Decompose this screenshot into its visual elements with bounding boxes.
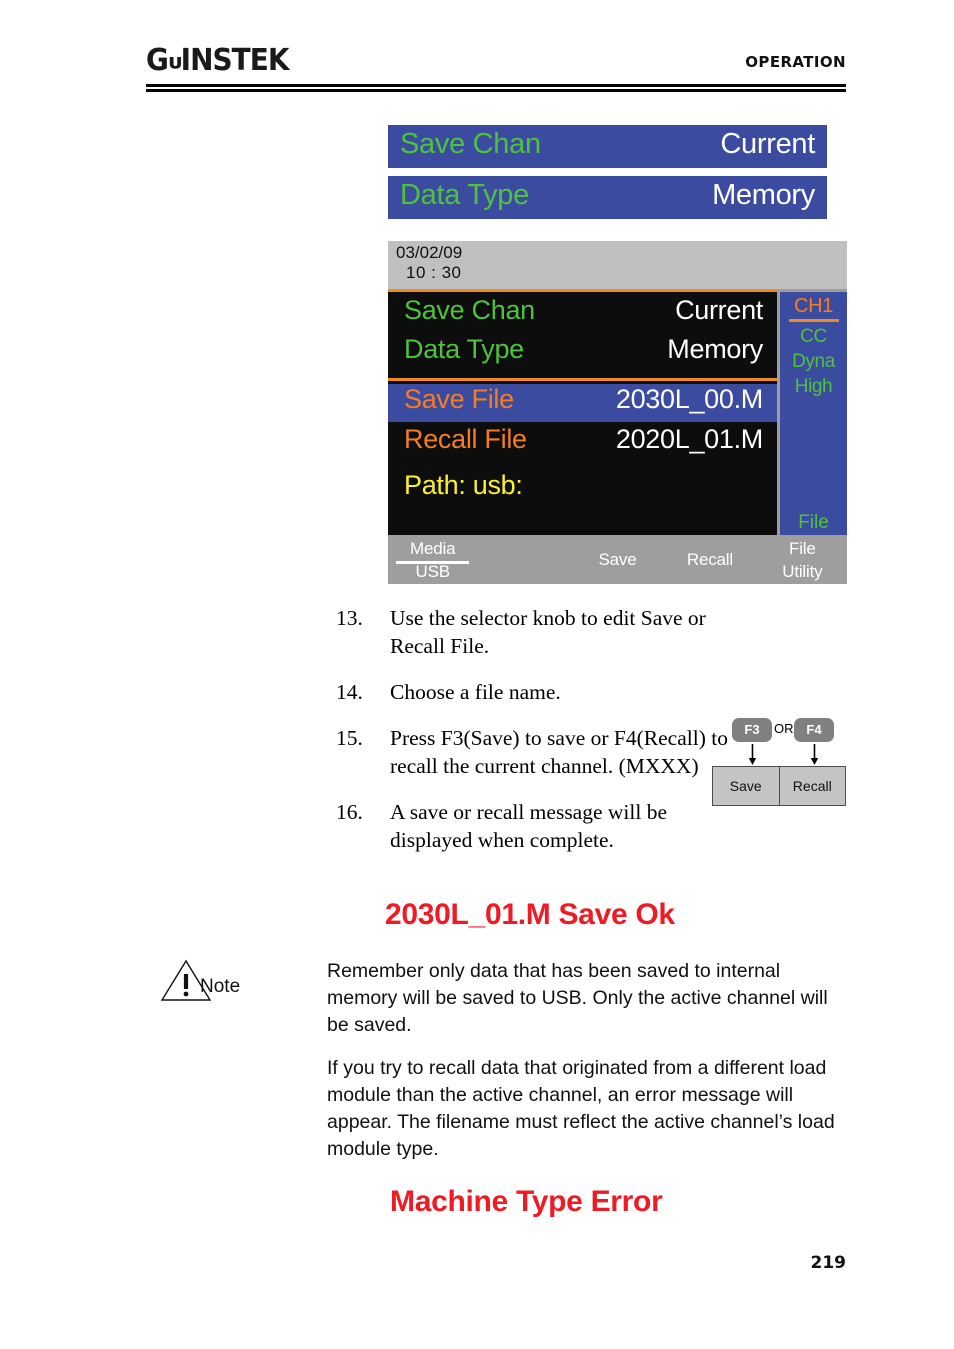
lcd-status-dyna: Dyna <box>792 351 835 372</box>
banner-value: Current <box>720 128 815 160</box>
lcd-row-value: Current <box>675 295 763 325</box>
f4-key-graphic: F4 <box>794 718 834 742</box>
function-key-diagram: F3 OR F4 Save Recall <box>712 718 846 808</box>
diagram-or-label: OR <box>774 721 794 736</box>
save-ok-message: 2030L_01.M Save Ok <box>385 898 675 931</box>
note-callout: Note <box>160 958 280 1006</box>
softkey-label: Recall <box>686 550 733 569</box>
lcd-row-save-chan[interactable]: Save Chan Current <box>388 295 777 335</box>
instrument-lcd-screen: 03/02/09 10 : 30 Save Chan Current Data … <box>388 241 848 584</box>
logo-u-glyph: ᴜ <box>167 50 182 74</box>
lcd-status-sidebar: CH1 CC Dyna High File <box>780 292 847 535</box>
lcd-row-label: Save File <box>404 384 514 414</box>
step-number: 15. <box>336 726 363 750</box>
softkey-empty[interactable] <box>480 538 570 584</box>
lcd-status-menu-name: File <box>798 512 829 533</box>
step-text: Press F3(Save) to save or F4(Recall) to … <box>390 726 728 778</box>
down-arrow-icon <box>748 744 757 765</box>
list-item: 14. Choose a file name. <box>336 678 736 706</box>
lcd-main-area: Save Chan Current Data Type Memory Save … <box>388 289 777 535</box>
lcd-section-settings: Save Chan Current Data Type Memory <box>388 292 777 381</box>
step-number: 14. <box>336 680 363 704</box>
lcd-status-range: High <box>794 376 833 397</box>
header-divider-rule <box>146 84 846 92</box>
banner-label: Save Chan <box>400 128 541 160</box>
banner-row-save-chan: Save Chan Current <box>388 125 827 168</box>
lcd-row-save-file-selected[interactable]: Save File 2030L_00.M <box>388 384 777 422</box>
step-number: 16. <box>336 800 363 824</box>
gw-instek-logo: GᴜINSTEK <box>146 43 290 79</box>
softkey-media-usb[interactable]: Media USB <box>388 538 478 584</box>
step-text: A save or recall message will be display… <box>390 800 668 852</box>
lcd-section-files: Save File 2030L_00.M Recall File 2020L_0… <box>388 381 777 535</box>
softkey-label-top: Media <box>410 539 456 558</box>
softkey-file-utility[interactable]: File Utility <box>757 538 848 584</box>
softkey-save[interactable]: Save <box>572 538 663 584</box>
softkey-label-bottom: USB <box>415 562 451 581</box>
machine-type-error-message: Machine Type Error <box>390 1185 663 1218</box>
note-label: Note <box>200 976 241 997</box>
softkey-result-boxes: Save Recall <box>712 766 846 806</box>
lcd-path-label: Path: usb: <box>404 470 523 500</box>
lcd-row-label: Data Type <box>404 334 524 364</box>
step-text: Use the selector knob to edit Save or Re… <box>390 606 706 658</box>
procedure-step-list: 13. Use the selector knob to edit Save o… <box>336 604 736 872</box>
lcd-row-value: 2020L_01.M <box>615 424 763 454</box>
note-paragraph-1: Remember only data that has been saved t… <box>327 960 828 1036</box>
list-item: 13. Use the selector knob to edit Save o… <box>336 604 736 660</box>
lcd-row-value: 2030L_00.M <box>615 384 763 414</box>
lcd-row-path: Path: usb: <box>388 470 777 510</box>
diagram-save-box: Save <box>713 767 779 805</box>
lcd-time: 10 : 30 <box>406 263 462 282</box>
banner-label: Data Type <box>400 179 529 211</box>
diagram-recall-box: Recall <box>778 767 845 805</box>
logo-instek: INSTEK <box>180 43 290 78</box>
banner-row-data-type: Data Type Memory <box>388 176 827 219</box>
lcd-row-label: Recall File <box>404 424 527 454</box>
logo-gw: G <box>146 43 169 78</box>
lcd-active-channel: CH1 <box>793 295 834 317</box>
banner-value: Memory <box>712 179 815 211</box>
note-paragraph-2: If you try to recall data that originate… <box>327 1057 835 1160</box>
lcd-date: 03/02/09 <box>396 243 463 262</box>
softkey-label-top: File <box>789 539 816 558</box>
softkey-recall[interactable]: Recall <box>665 538 755 584</box>
lcd-row-data-type[interactable]: Data Type Memory <box>388 334 777 374</box>
lcd-row-label: Save Chan <box>404 295 535 325</box>
lcd-status-mode: CC <box>800 326 827 347</box>
softkey-label: Save <box>598 550 637 569</box>
lcd-datetime-bar: 03/02/09 10 : 30 <box>388 241 847 289</box>
lcd-row-recall-file[interactable]: Recall File 2020L_01.M <box>388 424 777 464</box>
f3-key-graphic: F3 <box>732 718 772 742</box>
header-section-title: OPERATION <box>745 53 846 71</box>
softkey-label-bottom: Utility <box>782 562 823 581</box>
lcd-sidebar-divider <box>788 319 839 322</box>
page-number: 219 <box>810 1253 847 1273</box>
lcd-row-value: Memory <box>667 334 763 364</box>
down-arrow-icon <box>810 744 819 765</box>
list-item: 15. Press F3(Save) to save or F4(Recall)… <box>336 724 736 780</box>
lcd-softkey-bar: Media USB Save Recall File Utility <box>388 538 848 584</box>
step-number: 13. <box>336 606 363 630</box>
step-text: Choose a file name. <box>390 680 561 704</box>
list-item: 16. A save or recall message will be dis… <box>336 798 736 854</box>
